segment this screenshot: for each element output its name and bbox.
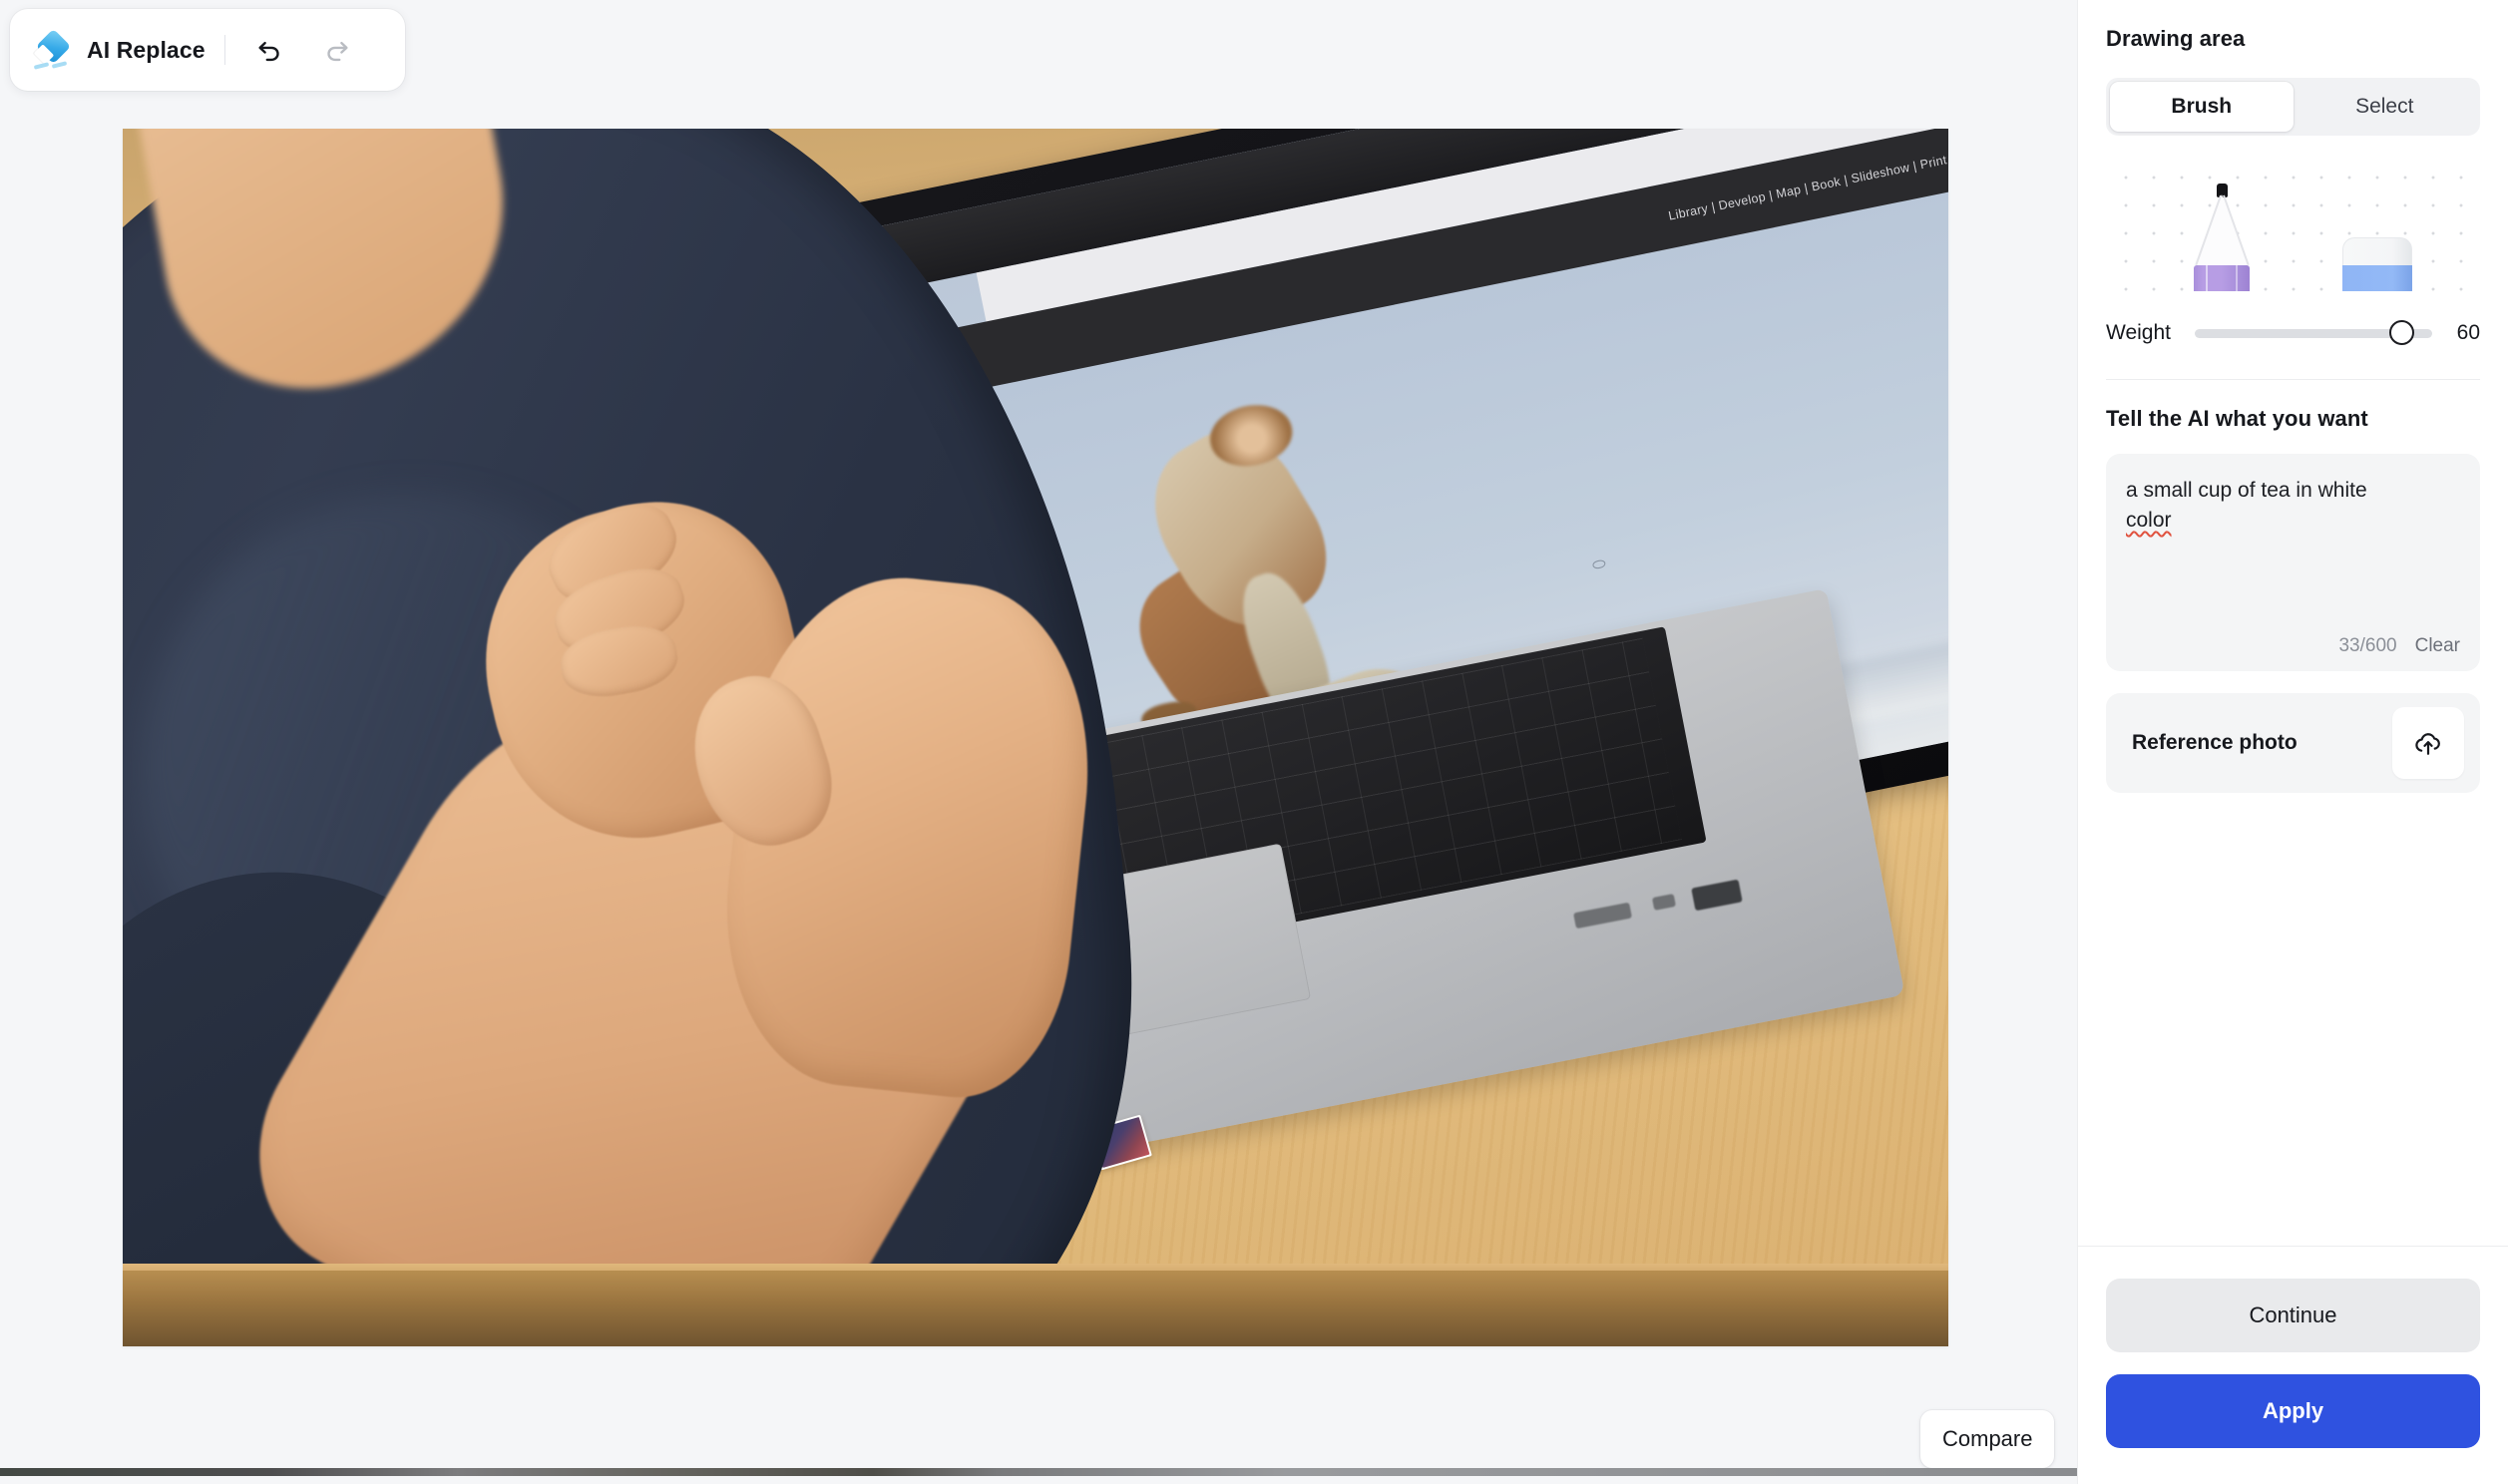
photo-canvas[interactable]: Library | Develop | Map | Book | Slidesh…	[123, 129, 1948, 1346]
drawing-area-title: Drawing area	[2106, 26, 2246, 51]
app-title: AI Replace	[87, 36, 206, 63]
character-counter: 33/600	[2338, 635, 2397, 656]
toolbar-divider	[223, 35, 225, 65]
weight-control: Weight 60	[2106, 313, 2480, 353]
eraser-logo-icon	[32, 28, 74, 71]
apply-button[interactable]: Apply	[2106, 1374, 2480, 1448]
panel-footer: Continue Apply	[2078, 1246, 2508, 1484]
upload-reference-photo-button[interactable]	[2392, 707, 2464, 779]
tab-brush[interactable]: Brush	[2110, 82, 2294, 132]
window-bottom-edge	[0, 1468, 2077, 1476]
reference-photo-row: Reference photo	[2106, 693, 2480, 793]
edited-photo: Library | Develop | Map | Book | Slidesh…	[123, 129, 1948, 1346]
ai-replace-app: Library | Develop | Map | Book | Slidesh…	[0, 0, 2508, 1484]
weight-slider-thumb[interactable]	[2389, 320, 2415, 345]
prompt-title: Tell the AI what you want	[2106, 406, 2368, 431]
brush-tool-preview	[2106, 154, 2480, 291]
panel-content: Drawing area Brush Select Weight 60 Tell…	[2078, 0, 2508, 1246]
top-toolbar: AI Replace	[10, 9, 405, 91]
undo-icon	[258, 41, 279, 62]
photo-desk-edge	[123, 1271, 1948, 1346]
continue-button[interactable]: Continue	[2106, 1279, 2480, 1352]
cloud-upload-icon	[2415, 733, 2440, 755]
clear-prompt-button[interactable]: Clear	[2415, 635, 2460, 657]
tab-select[interactable]: Select	[2294, 82, 2477, 132]
weight-value: 60	[2456, 321, 2480, 344]
right-panel: Drawing area Brush Select Weight 60 Tell…	[2077, 0, 2508, 1484]
canvas-area[interactable]: Library | Develop | Map | Book | Slidesh…	[0, 0, 2077, 1476]
prompt-field[interactable]: a small cup of tea in white color 33/600 …	[2106, 454, 2480, 671]
redo-button[interactable]	[313, 26, 361, 74]
undo-button[interactable]	[245, 26, 293, 74]
photo-screen-cursor-dot	[1592, 559, 1606, 570]
prompt-line-2: color	[2126, 508, 2172, 532]
reference-photo-label: Reference photo	[2132, 731, 2298, 754]
prompt-line-1: a small cup of tea in white	[2126, 479, 2367, 502]
prompt-footer: 33/600 Clear	[2338, 635, 2460, 657]
weight-slider[interactable]	[2194, 320, 2432, 346]
weight-label: Weight	[2106, 321, 2171, 344]
drawing-mode-tabs[interactable]: Brush Select	[2106, 78, 2480, 136]
redo-icon	[326, 41, 348, 62]
compare-button[interactable]: Compare	[1920, 1410, 2055, 1468]
blue-eraser-icon	[2342, 237, 2412, 291]
prompt-text[interactable]: a small cup of tea in white color	[2126, 476, 2460, 536]
purple-pencil-icon	[2194, 184, 2250, 291]
